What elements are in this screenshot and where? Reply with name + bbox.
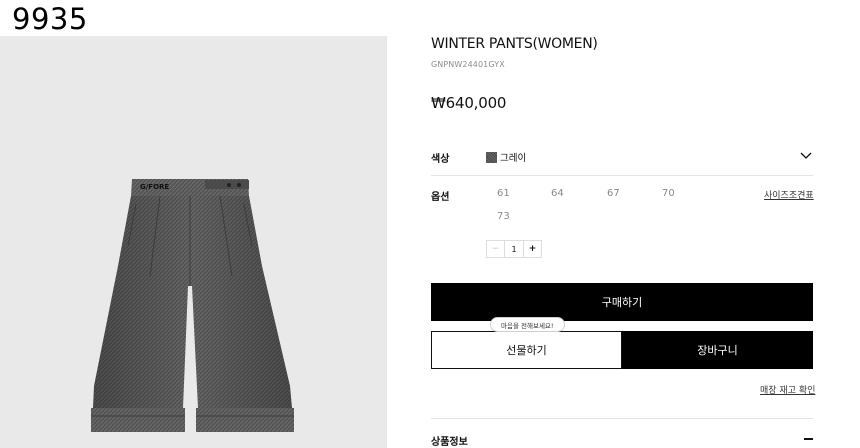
size-chart-link[interactable]: 사이즈조견표 xyxy=(764,188,814,201)
product-price: ₩640,000 xyxy=(431,94,507,112)
store-stock-link[interactable]: 매장 재고 확인 xyxy=(760,383,815,396)
minus-icon[interactable] xyxy=(804,438,813,440)
color-swatch xyxy=(486,151,497,163)
size-option-61[interactable]: 61 xyxy=(497,188,510,199)
color-value-text: 그레이 xyxy=(500,153,527,164)
product-title: WINTER PANTS(WOMEN) xyxy=(431,36,598,52)
gift-tooltip: 마음을 전해보세요! xyxy=(490,317,565,332)
pants-illustration: G/FORE xyxy=(91,179,294,432)
option-label: 옵션 xyxy=(431,192,450,203)
product-detail-heading[interactable]: 상품정보 xyxy=(431,433,468,448)
divider xyxy=(431,175,813,176)
product-image[interactable]: G/FORE xyxy=(0,36,387,448)
quantity-stepper: − 1 + xyxy=(486,240,542,258)
quantity-increase-button[interactable]: + xyxy=(523,241,541,257)
waistband-logo: G/FORE xyxy=(140,183,169,191)
divider xyxy=(431,418,813,419)
chevron-down-icon[interactable] xyxy=(800,150,812,160)
add-to-cart-button[interactable]: 장바구니 xyxy=(622,331,813,369)
buy-button[interactable]: 구매하기 xyxy=(431,283,813,321)
quantity-decrease-button[interactable]: − xyxy=(487,241,505,257)
product-code: GNPNW24401GYX xyxy=(431,60,505,69)
quantity-value[interactable]: 1 xyxy=(505,241,523,257)
size-option-64[interactable]: 64 xyxy=(551,188,564,199)
color-label: 색상 xyxy=(431,154,450,165)
color-select[interactable]: 그레이 xyxy=(486,150,526,164)
size-option-70[interactable]: 70 xyxy=(662,188,675,199)
image-id-label: 9935 xyxy=(12,2,88,36)
size-option-73[interactable]: 73 xyxy=(497,211,510,222)
gift-button[interactable]: 선물하기 xyxy=(431,331,622,369)
size-option-67[interactable]: 67 xyxy=(607,188,620,199)
